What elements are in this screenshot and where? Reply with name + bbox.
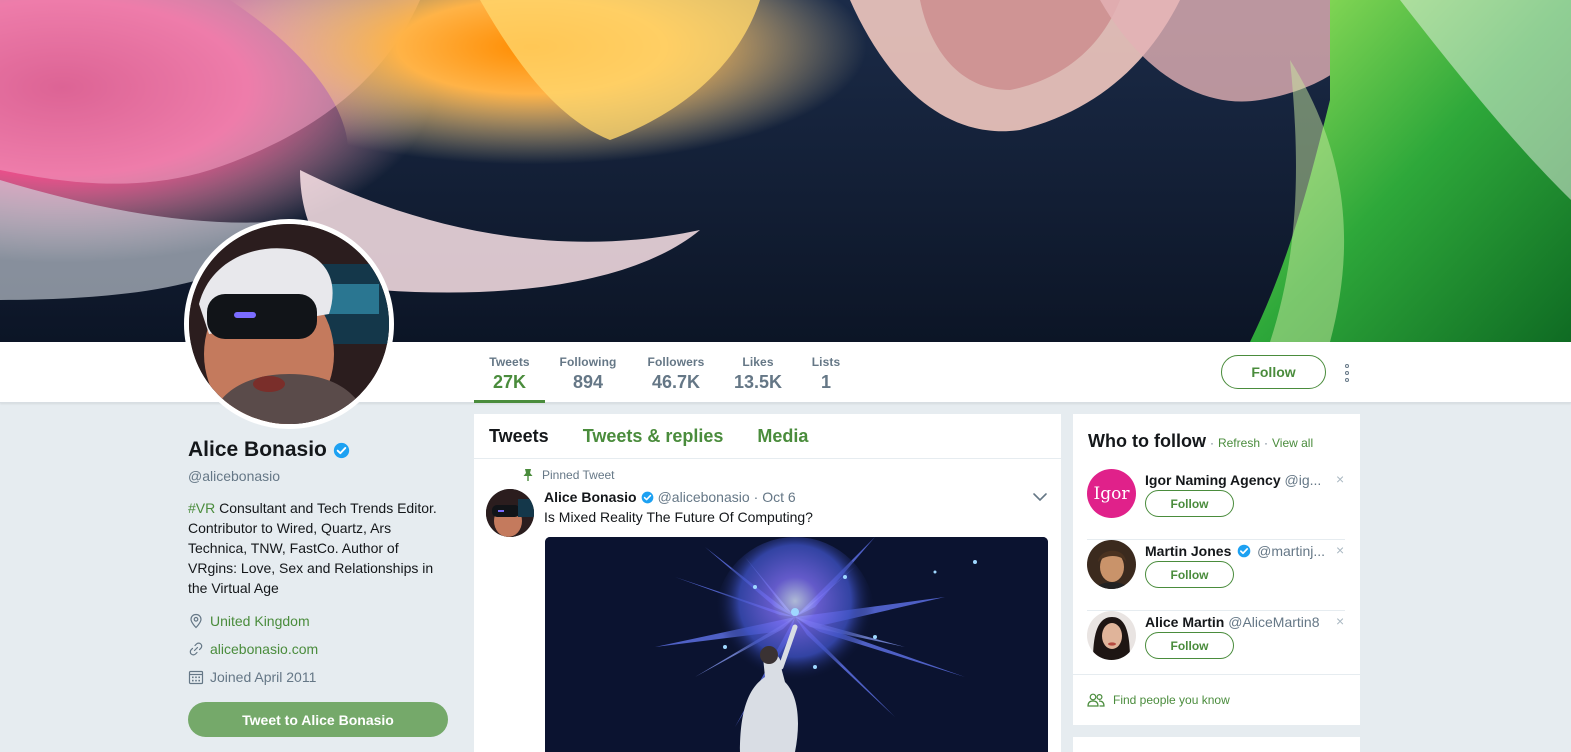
suggestion-handle[interactable]: @martinj... xyxy=(1257,543,1325,559)
who-to-follow-card: Who to follow · Refresh · View all Igor … xyxy=(1073,414,1360,725)
tab-tweets[interactable]: Tweets xyxy=(489,426,549,447)
chevron-down-icon[interactable] xyxy=(1031,490,1049,504)
stat-value: 1 xyxy=(820,372,831,392)
verified-badge-icon xyxy=(641,491,653,503)
tweet-avatar-photo xyxy=(486,489,534,537)
pinned-tweet-context: Pinned Tweet xyxy=(522,468,615,482)
stat-likes[interactable]: Likes 13.5K xyxy=(730,342,786,403)
tweet-media-artwork xyxy=(545,537,1048,752)
timeline: Tweets Tweets & replies Media Pinned Twe… xyxy=(474,414,1061,752)
tweet-media-image[interactable] xyxy=(545,537,1048,752)
link-icon xyxy=(189,642,203,656)
dismiss-icon[interactable]: × xyxy=(1336,542,1344,558)
suggestion-follow-button[interactable]: Follow xyxy=(1145,490,1234,517)
refresh-link[interactable]: Refresh xyxy=(1218,436,1260,450)
alice-martin-photo xyxy=(1087,611,1136,660)
calendar-icon xyxy=(188,670,204,685)
stat-following[interactable]: Following 894 xyxy=(556,342,620,403)
profile-handle[interactable]: @alicebonasio xyxy=(188,468,450,484)
suggestion-handle[interactable]: @AliceMartin8 xyxy=(1228,614,1319,630)
avatar-photo xyxy=(189,224,389,424)
martin-jones-photo xyxy=(1087,540,1136,589)
stat-value: 27K xyxy=(492,372,527,392)
suggestion-name-line: Alice Martin @AliceMartin8 xyxy=(1145,614,1327,630)
follow-button[interactable]: Follow xyxy=(1221,355,1326,389)
stat-label: Tweets xyxy=(489,355,530,369)
stat-label: Likes xyxy=(742,355,774,369)
suggestion-follow-button[interactable]: Follow xyxy=(1145,561,1234,588)
who-to-follow-header: Who to follow · Refresh · View all xyxy=(1088,431,1313,452)
profile-website: alicebonasio.com xyxy=(188,640,450,658)
find-people-label: Find people you know xyxy=(1113,693,1230,707)
profile-name-row: Alice Bonasio xyxy=(188,438,450,462)
stat-tweets[interactable]: Tweets 27K xyxy=(474,342,545,403)
bio-text: Consultant and Tech Trends Editor. Contr… xyxy=(188,500,437,596)
tweet-author-avatar[interactable] xyxy=(486,489,534,537)
separator: · xyxy=(1264,436,1268,450)
stat-value: 894 xyxy=(572,372,604,392)
suggestion-name[interactable]: Martin Jones xyxy=(1145,543,1231,559)
tab-tweets-and-replies[interactable]: Tweets & replies xyxy=(583,426,724,447)
trends-card xyxy=(1073,737,1360,752)
profile-joined: Joined April 2011 xyxy=(188,668,450,686)
pinned-label: Pinned Tweet xyxy=(542,468,615,482)
stat-followers[interactable]: Followers 46.7K xyxy=(644,342,708,403)
suggestion-follow-button[interactable]: Follow xyxy=(1145,632,1234,659)
tab-media[interactable]: Media xyxy=(757,426,808,447)
pin-icon xyxy=(523,469,533,481)
bio-hashtag-link[interactable]: #VR xyxy=(188,500,215,516)
verified-badge-icon xyxy=(333,442,350,458)
profile-card: Alice Bonasio @alicebonasio #VR Consulta… xyxy=(188,438,450,737)
tweet-header: Alice Bonasio @alicebonasio · Oct 6 xyxy=(544,489,796,505)
tweet-to-button[interactable]: Tweet to Alice Bonasio xyxy=(188,702,448,737)
profile-avatar[interactable] xyxy=(184,219,394,429)
stat-label: Followers xyxy=(647,355,705,369)
suggestion-name[interactable]: Alice Martin xyxy=(1145,614,1224,630)
location-link[interactable]: United Kingdom xyxy=(210,613,310,629)
people-icon xyxy=(1087,693,1105,707)
stat-label: Following xyxy=(559,355,617,369)
more-options-icon[interactable] xyxy=(1340,362,1354,384)
tweet-timestamp[interactable]: · Oct 6 xyxy=(754,489,796,505)
profile-name[interactable]: Alice Bonasio xyxy=(188,438,327,462)
profile-location: United Kingdom xyxy=(188,612,450,630)
tweet-author-handle[interactable]: @alicebonasio xyxy=(658,489,750,505)
find-people-link[interactable]: Find people you know xyxy=(1073,674,1360,725)
stat-value: 46.7K xyxy=(651,372,701,392)
stat-value: 13.5K xyxy=(733,372,783,392)
tweet-text: Is Mixed Reality The Future Of Computing… xyxy=(544,509,813,525)
stat-label: Lists xyxy=(811,355,841,369)
profile-bio: #VR Consultant and Tech Trends Editor. C… xyxy=(188,498,450,598)
verified-badge-icon xyxy=(1237,544,1251,558)
website-link[interactable]: alicebonasio.com xyxy=(210,641,318,657)
suggestion-avatar[interactable]: Igor xyxy=(1087,469,1136,518)
igor-logo-text: Igor xyxy=(1093,483,1130,504)
suggestion-handle[interactable]: @ig... xyxy=(1285,472,1322,488)
tweet-author-name[interactable]: Alice Bonasio xyxy=(544,489,637,505)
suggestion-alice-martin: Alice Martin @AliceMartin8 × Follow xyxy=(1087,611,1345,682)
timeline-tabs: Tweets Tweets & replies Media xyxy=(474,414,1061,459)
dismiss-icon[interactable]: × xyxy=(1336,613,1344,629)
suggestion-martin-jones: Martin Jones @martinj... × Follow xyxy=(1087,540,1345,611)
location-pin-icon xyxy=(190,613,202,629)
suggestion-name-line: Martin Jones @martinj... xyxy=(1145,543,1327,559)
suggestion-igor-naming-agency: Igor Igor Naming Agency @ig... × Follow xyxy=(1087,469,1345,540)
suggestion-name[interactable]: Igor Naming Agency xyxy=(1145,472,1281,488)
suggestion-name-line: Igor Naming Agency @ig... xyxy=(1145,472,1327,488)
suggestion-avatar[interactable] xyxy=(1087,611,1136,660)
view-all-link[interactable]: View all xyxy=(1272,436,1313,450)
stat-lists[interactable]: Lists 1 xyxy=(808,342,844,403)
who-to-follow-title: Who to follow xyxy=(1088,431,1206,451)
dismiss-icon[interactable]: × xyxy=(1336,471,1344,487)
suggestion-avatar[interactable] xyxy=(1087,540,1136,589)
separator: · xyxy=(1209,436,1214,450)
joined-date: Joined April 2011 xyxy=(210,669,317,685)
